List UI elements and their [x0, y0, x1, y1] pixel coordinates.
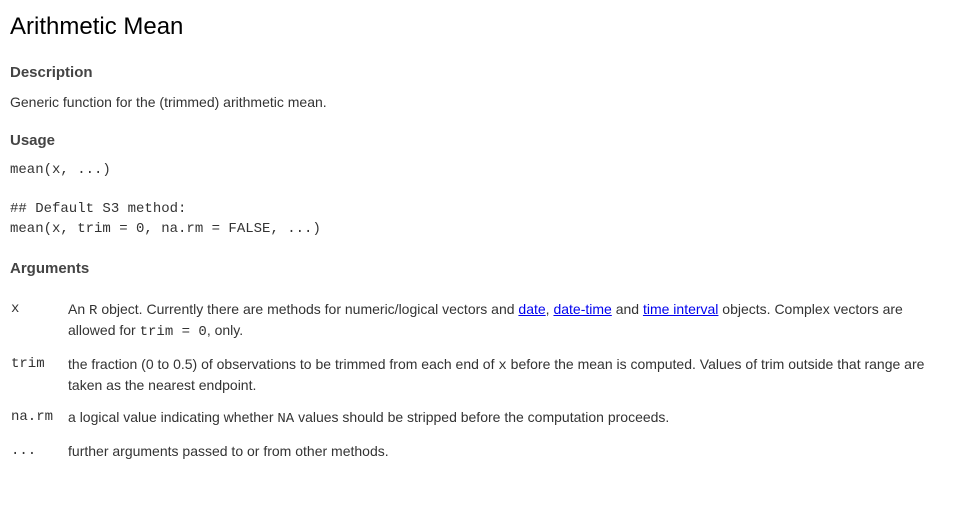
inline-code: x [498, 358, 506, 374]
argument-row: trimthe fraction (0 to 0.5) of observati… [10, 354, 944, 397]
usage-code: mean(x, ...) ## Default S3 method: mean(… [10, 161, 944, 239]
page-title: Arithmetic Mean [10, 10, 944, 44]
doc-link[interactable]: date-time [553, 301, 611, 317]
argument-name: ... [10, 441, 67, 463]
argument-description: the fraction (0 to 0.5) of observations … [67, 354, 944, 397]
argument-description: An R object. Currently there are methods… [67, 299, 944, 344]
inline-code: R [89, 303, 97, 319]
doc-link[interactable]: time interval [643, 301, 718, 317]
argument-description: a logical value indicating whether NA va… [67, 407, 944, 431]
argument-name: x [10, 299, 67, 344]
argument-name: na.rm [10, 407, 67, 431]
argument-description: further arguments passed to or from othe… [67, 441, 944, 463]
usage-heading: Usage [10, 130, 944, 151]
inline-code: NA [277, 411, 294, 427]
argument-row: na.rma logical value indicating whether … [10, 407, 944, 431]
arguments-table: xAn R object. Currently there are method… [10, 289, 944, 473]
description-text: Generic function for the (trimmed) arith… [10, 93, 944, 113]
doc-link[interactable]: date [518, 301, 545, 317]
argument-name: trim [10, 354, 67, 397]
argument-row: xAn R object. Currently there are method… [10, 299, 944, 344]
description-heading: Description [10, 62, 944, 83]
inline-code: trim = 0 [140, 324, 207, 340]
argument-row: ...further arguments passed to or from o… [10, 441, 944, 463]
arguments-heading: Arguments [10, 258, 944, 279]
